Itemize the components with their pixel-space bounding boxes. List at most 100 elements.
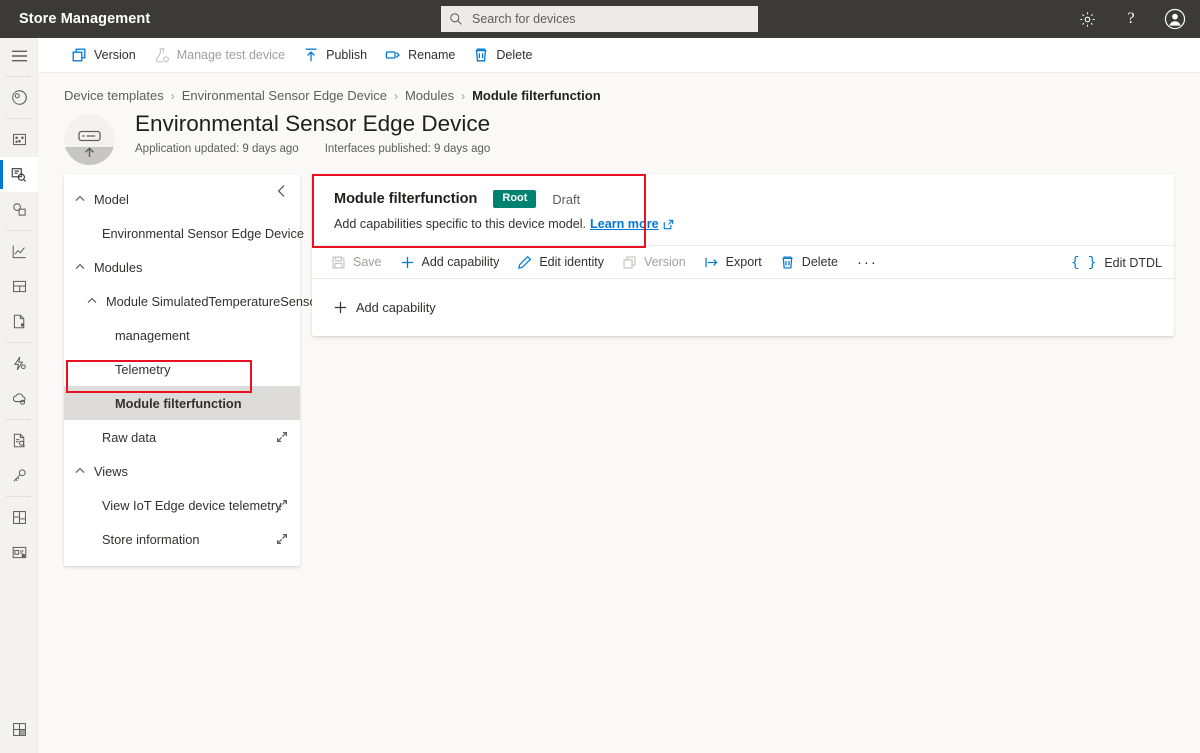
sidebar-item-dashboards[interactable] — [0, 269, 38, 304]
breadcrumb-item-device-templates[interactable]: Device templates — [64, 88, 164, 103]
sidebar-item-jobs[interactable] — [0, 304, 38, 339]
module-description: Add capabilities specific to this device… — [334, 217, 587, 231]
tree-group-model[interactable]: Model — [64, 182, 300, 216]
sidebar-item-dashboard[interactable] — [0, 80, 38, 115]
tree-item-label: management — [115, 327, 190, 343]
export-button[interactable]: Export — [695, 245, 771, 279]
edit-identity-button[interactable]: Edit identity — [508, 245, 613, 279]
sidebar-item-analytics[interactable] — [0, 234, 38, 269]
tree-item-environmental-sensor-edge-device[interactable]: Environmental Sensor Edge Device — [64, 216, 304, 250]
hamburger-menu-icon[interactable] — [0, 38, 38, 73]
sidebar-item-permissions[interactable] — [0, 458, 38, 493]
add-capability-body-label: Add capability — [356, 300, 436, 315]
add-capability-toolbar-button[interactable]: Add capability — [391, 245, 509, 279]
tree-item-view-iot-edge-device-telemetry[interactable]: View IoT Edge device telemetry — [64, 488, 300, 522]
model-tree-panel: Model Environmental Sensor Edge Device M… — [64, 174, 321, 566]
app-title: Store Management — [19, 11, 151, 27]
rail-divider — [6, 496, 31, 497]
save-button[interactable]: Save — [322, 245, 391, 279]
chevron-up-icon — [75, 262, 85, 272]
tree-group-views-label: Views — [94, 463, 128, 479]
edit-dtdl-button[interactable]: { } Edit DTDL — [1071, 246, 1162, 280]
search-input[interactable] — [470, 11, 750, 27]
open-expand-icon[interactable] — [276, 431, 288, 443]
manage-test-device-label: Manage test device — [176, 48, 286, 62]
tree-item-raw-data[interactable]: Raw data — [64, 420, 300, 454]
publish-button[interactable]: Publish — [294, 38, 376, 73]
sidebar-item-app-templates[interactable] — [0, 500, 38, 535]
sidebar-item-rules[interactable] — [0, 346, 38, 381]
version-button[interactable]: Version — [62, 38, 145, 73]
open-expand-icon[interactable] — [276, 533, 288, 545]
edit-dtdl-label: Edit DTDL — [1104, 256, 1162, 270]
iot-edge-device-icon — [64, 114, 115, 165]
module-card-header: Module filterfunction Root Draft Add cap… — [312, 174, 1174, 245]
rename-tag-icon — [385, 47, 401, 63]
manage-test-device-button[interactable]: Manage test device — [145, 38, 294, 73]
edit-identity-label: Edit identity — [539, 255, 604, 269]
add-capability-body-button[interactable]: Add capability — [333, 300, 436, 315]
module-card-body: Add capability — [312, 279, 1174, 336]
breadcrumb-separator: › — [461, 88, 466, 103]
export-button-label: Export — [725, 255, 762, 269]
chevron-up-icon — [75, 466, 85, 476]
page-header-meta: Application updated: 9 days ago Interfac… — [135, 143, 490, 155]
search-box[interactable] — [441, 6, 758, 32]
tree-group-views[interactable]: Views — [64, 454, 300, 488]
learn-more-link[interactable]: Learn more — [590, 217, 659, 231]
publish-button-label: Publish — [326, 48, 368, 62]
test-device-flask-icon — [154, 47, 170, 63]
top-header-bar: Store Management ? — [0, 0, 1200, 38]
top-header-actions: ? — [1072, 0, 1190, 38]
chevron-up-icon — [75, 194, 85, 204]
module-card-description-row: Add capabilities specific to this device… — [334, 217, 1154, 231]
open-expand-icon[interactable] — [276, 499, 288, 511]
rail-divider — [6, 230, 31, 231]
gear-icon[interactable] — [1072, 4, 1102, 34]
rail-bottom-group — [0, 712, 38, 747]
tree-item-label: Environmental Sensor Edge Device — [102, 225, 305, 241]
page-content: Device templates › Environmental Sensor … — [38, 74, 1200, 753]
breadcrumb-item-modules[interactable]: Modules — [405, 88, 454, 103]
tree-item-telemetry[interactable]: Telemetry — [64, 352, 300, 386]
module-name: Module filterfunction — [334, 191, 478, 207]
account-avatar-icon[interactable] — [1160, 4, 1190, 34]
left-nav-rail — [0, 38, 38, 753]
tree-group-label: Module SimulatedTemperatureSensor — [106, 293, 321, 309]
rail-divider — [6, 342, 31, 343]
breadcrumb-item-environmental-sensor-edge-device[interactable]: Environmental Sensor Edge Device — [182, 88, 387, 103]
delete-toolbar-button[interactable]: Delete — [771, 245, 847, 279]
sidebar-item-customize-app[interactable] — [0, 535, 38, 570]
search-icon — [449, 12, 463, 26]
sidebar-item-device-templates[interactable] — [0, 157, 38, 192]
sidebar-item-devices[interactable] — [0, 122, 38, 157]
plus-icon — [333, 300, 348, 315]
delete-toolbar-label: Delete — [801, 255, 838, 269]
help-glyph: ? — [1127, 10, 1135, 27]
tree-item-store-information[interactable]: Store information — [64, 522, 300, 556]
tree-item-management[interactable]: management — [64, 318, 300, 352]
sidebar-item-audit-log[interactable] — [0, 423, 38, 458]
tree-group-modules[interactable]: Modules — [64, 250, 300, 284]
rail-divider — [6, 76, 31, 77]
tree-item-label: View IoT Edge device telemetry — [102, 497, 282, 513]
delete-button[interactable]: Delete — [464, 38, 541, 73]
rename-button[interactable]: Rename — [376, 38, 464, 73]
sidebar-item-administration[interactable] — [0, 712, 38, 747]
tree-item-module-filterfunction[interactable]: Module filterfunction — [64, 386, 300, 420]
module-card-toolbar: Save Add capability Edit identity Versio… — [312, 245, 1174, 279]
breadcrumb-item-current: Module filterfunction — [472, 88, 601, 103]
tree-group-module-simulatedtemperaturesensor[interactable]: Module SimulatedTemperatureSensor — [64, 284, 321, 318]
rail-divider — [6, 419, 31, 420]
version-toolbar-button[interactable]: Version — [613, 245, 695, 279]
sidebar-item-device-groups[interactable] — [0, 192, 38, 227]
tree-item-label: Telemetry — [115, 361, 171, 377]
version-copy-icon — [622, 255, 637, 270]
sidebar-item-data-export[interactable] — [0, 381, 38, 416]
rail-divider — [6, 118, 31, 119]
help-question-icon[interactable]: ? — [1116, 4, 1146, 34]
status-draft: Draft — [552, 191, 581, 207]
add-capability-label: Add capability — [421, 255, 500, 269]
overflow-menu-button[interactable]: ··· — [847, 254, 888, 271]
publish-up-arrow-icon — [303, 47, 319, 63]
